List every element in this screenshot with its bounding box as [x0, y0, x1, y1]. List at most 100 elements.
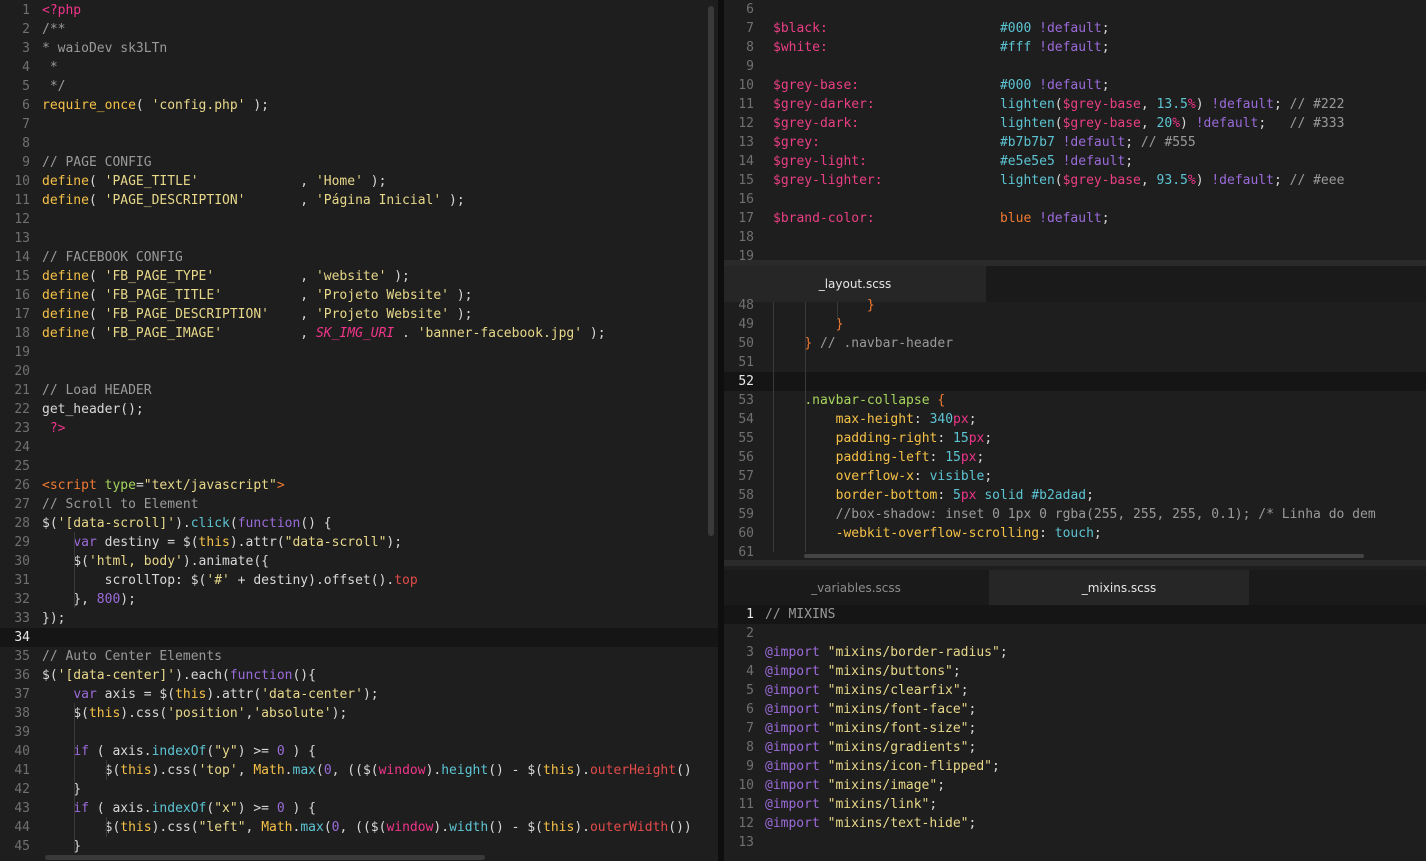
code-line[interactable]: 12 @import "mixins/text-hide"; [724, 814, 1426, 833]
code-line[interactable]: 18 [724, 228, 1426, 247]
code-line[interactable]: 16 define( 'FB_PAGE_TITLE' , 'Projeto Web… [0, 286, 718, 305]
code-text: }); [42, 611, 66, 626]
code-line[interactable]: 8 $white: #fff !default; [724, 38, 1426, 57]
code-line[interactable]: 1 // MIXINS [724, 605, 1426, 624]
code-line[interactable]: 54 max-height: 340px; [724, 410, 1426, 429]
code-line[interactable]: 58 border-bottom: 5px solid #b2adad; [724, 486, 1426, 505]
tab-mixins-scss[interactable]: _mixins.scss [989, 570, 1249, 606]
code-line[interactable]: 4 @import "mixins/buttons"; [724, 662, 1426, 681]
code-line[interactable]: 60 -webkit-overflow-scrolling: touch; [724, 524, 1426, 543]
code-line[interactable]: 32 }, 800); [0, 590, 718, 609]
code-line[interactable]: 50 } // .navbar-header [724, 334, 1426, 353]
code-line[interactable]: 11 $grey-darker: lighten($grey-base, 13.5… [724, 95, 1426, 114]
code-line[interactable]: 11 define( 'PAGE_DESCRIPTION' , 'Página I… [0, 191, 718, 210]
code-line[interactable]: 13 [724, 833, 1426, 852]
code-line[interactable]: 48 } [724, 296, 1426, 315]
code-line[interactable]: 25 [0, 457, 718, 476]
code-line[interactable]: 7 $black: #000 !default; [724, 19, 1426, 38]
code-line[interactable]: 3 * waioDev sk3LTn [0, 39, 718, 58]
code-line[interactable]: 12 [0, 210, 718, 229]
code-line[interactable]: 37 var axis = $(this).attr('data-center'… [0, 685, 718, 704]
tab-variables-scss[interactable]: _variables.scss [724, 570, 988, 606]
code-line[interactable]: 15 define( 'FB_PAGE_TYPE' , 'website' ); [0, 267, 718, 286]
code-line[interactable]: 29 var destiny = $(this).attr("data-scro… [0, 533, 718, 552]
code-line[interactable]: 3 @import "mixins/border-radius"; [724, 643, 1426, 662]
code-line[interactable]: 55 padding-right: 15px; [724, 429, 1426, 448]
line-number: 38 [14, 706, 30, 721]
layout-horizontal-scrollbar[interactable] [804, 554, 1364, 558]
code-line[interactable]: 8 @import "mixins/gradients"; [724, 738, 1426, 757]
code-line[interactable]: 56 padding-left: 15px; [724, 448, 1426, 467]
left-horizontal-scrollbar[interactable] [45, 855, 485, 860]
code-line[interactable]: 23 ?> [0, 419, 718, 438]
code-line[interactable]: 16 [724, 190, 1426, 209]
code-line[interactable]: 30 $('html, body').animate({ [0, 552, 718, 571]
code-line[interactable]: 9 [724, 57, 1426, 76]
code-line[interactable]: 59 //box-shadow: inset 0 1px 0 rgba(255,… [724, 505, 1426, 524]
code-line[interactable]: 26 <script type="text/javascript"> [0, 476, 718, 495]
code-line[interactable]: 38 $(this).css('position','absolute'); [0, 704, 718, 723]
code-line[interactable]: 2 /** [0, 20, 718, 39]
code-line[interactable]: 7 @import "mixins/font-size"; [724, 719, 1426, 738]
left-editor-pane[interactable]: 1 <?php 2/** 3 * waioDev sk3LTn 4 * 5 */6 requi… [0, 0, 718, 861]
layout-code-area[interactable]: 48 } 49 } 50 } // .navbar-header 51 52 53 .na… [724, 296, 1426, 560]
code-line[interactable]: 33}); [0, 609, 718, 628]
code-line[interactable]: 27 // Scroll to Element [0, 495, 718, 514]
code-line[interactable]: 13 $grey: #b7b7b7 !default; // #555 [724, 133, 1426, 152]
variables-editor-pane[interactable]: 6 7 $black: #000 !default; 8 $white: #fff !d… [724, 0, 1426, 260]
line-number: 48 [738, 298, 754, 313]
code-line[interactable]: 31 scrollTop: $('#' + destiny).offset().… [0, 571, 718, 590]
code-line[interactable]: 18 define( 'FB_PAGE_IMAGE' , SK_IMG_URI .… [0, 324, 718, 343]
code-line[interactable]: 2 [724, 624, 1426, 643]
code-line[interactable]: 19 [0, 343, 718, 362]
code-line[interactable]: 14 $grey-light: #e5e5e5 !default; [724, 152, 1426, 171]
code-line[interactable]: 9 // PAGE CONFIG [0, 153, 718, 172]
code-line[interactable]: 43 if ( axis.indexOf("x") >= 0 ) { [0, 799, 718, 818]
code-line[interactable]: 36 $('[data-center]').each(function(){ [0, 666, 718, 685]
code-line[interactable]: 45 } [0, 837, 718, 856]
code-line[interactable]: 35 // Auto Center Elements [0, 647, 718, 666]
code-line[interactable]: 21 // Load HEADER [0, 381, 718, 400]
layout-editor-pane[interactable]: _layout.scss 48 } 49 } 50 } // .navbar-hea… [724, 266, 1426, 560]
code-line[interactable]: 6 @import "mixins/font-face"; [724, 700, 1426, 719]
code-line[interactable]: 19 [724, 247, 1426, 260]
code-line[interactable]: 6 [724, 0, 1426, 19]
mixins-editor-pane[interactable]: _variables.scss _mixins.scss 1 // MIXINS 2… [724, 566, 1426, 861]
line-number: 19 [14, 345, 30, 360]
code-line[interactable]: 13 [0, 229, 718, 248]
code-line[interactable]: 51 [724, 353, 1426, 372]
code-line[interactable]: 22 get_header(); [0, 400, 718, 419]
code-line[interactable]: 10 define( 'PAGE_TITLE' , 'Home' ); [0, 172, 718, 191]
code-line[interactable]: 7 [0, 115, 718, 134]
code-line[interactable]: 40 if ( axis.indexOf("y") >= 0 ) { [0, 742, 718, 761]
code-line[interactable]: 39 [0, 723, 718, 742]
code-line[interactable]: 10 $grey-base: #000 !default; [724, 76, 1426, 95]
code-line[interactable]: 10 @import "mixins/image"; [724, 776, 1426, 795]
code-line[interactable]: 53 .navbar-collapse { [724, 391, 1426, 410]
code-line[interactable]: 52 [724, 372, 1426, 391]
code-line[interactable]: 28 $('[data-scroll]').click(function() { [0, 514, 718, 533]
code-line[interactable]: 6 require_once( 'config.php' ); [0, 96, 718, 115]
code-line[interactable]: 20 [0, 362, 718, 381]
code-line[interactable]: 11 @import "mixins/link"; [724, 795, 1426, 814]
code-line[interactable]: 5 */ [0, 77, 718, 96]
code-line[interactable]: 4 * [0, 58, 718, 77]
code-line[interactable]: 8 [0, 134, 718, 153]
left-vertical-scrollbar[interactable] [708, 6, 714, 536]
line-number: 60 [738, 526, 754, 541]
code-line[interactable]: 57 overflow-x: visible; [724, 467, 1426, 486]
code-line[interactable]: 17 $brand-color: blue !default; [724, 209, 1426, 228]
code-line[interactable]: 15 $grey-lighter: lighten($grey-base, 93.… [724, 171, 1426, 190]
code-line[interactable]: 42 } [0, 780, 718, 799]
code-line[interactable]: 41 $(this).css('top', Math.max(0, (($(wi… [0, 761, 718, 780]
code-line[interactable]: 14 // FACEBOOK CONFIG [0, 248, 718, 267]
code-line[interactable]: 5 @import "mixins/clearfix"; [724, 681, 1426, 700]
code-line[interactable]: 49 } [724, 315, 1426, 334]
code-line[interactable]: 24 [0, 438, 718, 457]
code-line[interactable]: 12 $grey-dark: lighten($grey-base, 20%) !… [724, 114, 1426, 133]
code-line[interactable]: 34 [0, 628, 718, 647]
code-line[interactable]: 9 @import "mixins/icon-flipped"; [724, 757, 1426, 776]
code-line[interactable]: 17 define( 'FB_PAGE_DESCRIPTION' , 'Proje… [0, 305, 718, 324]
code-line[interactable]: 1 <?php [0, 1, 718, 20]
code-line[interactable]: 44 $(this).css("left", Math.max(0, (($(w… [0, 818, 718, 837]
